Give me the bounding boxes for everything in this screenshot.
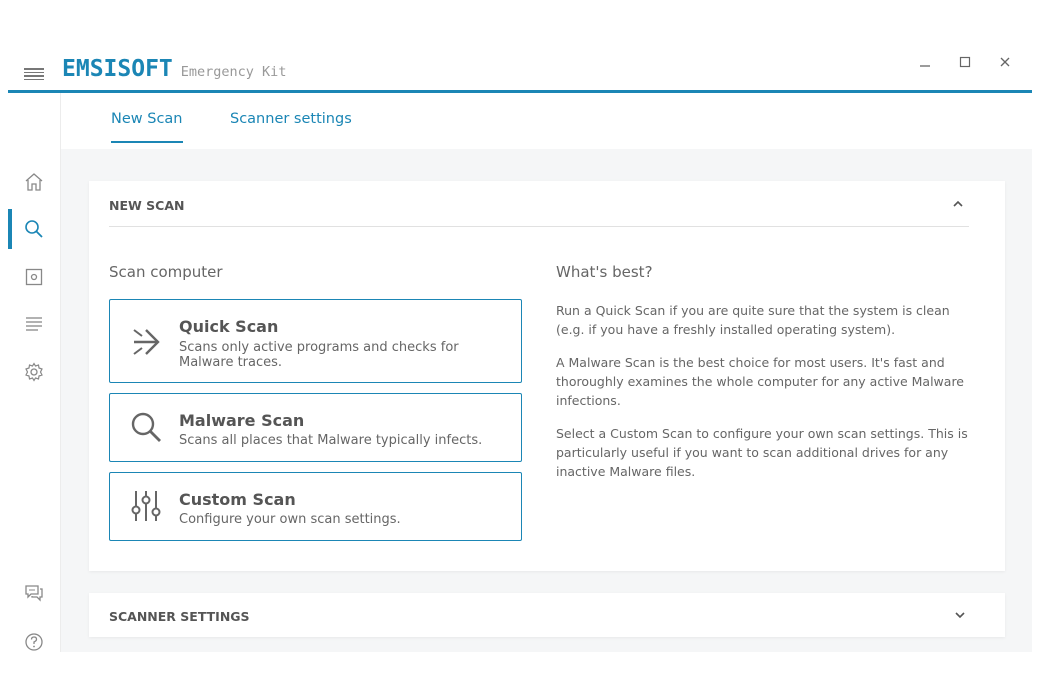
chat-icon	[25, 585, 43, 602]
scan-name: Quick Scan	[179, 317, 279, 336]
maximize-icon	[959, 56, 971, 68]
sidebar-item-logs[interactable]	[8, 304, 60, 344]
app-logo: EMSISOFT Emergency Kit	[62, 56, 286, 82]
app-window: EMSISOFT Emergency Kit New Scan Scanner …	[8, 40, 1032, 652]
new-scan-panel-header[interactable]: NEW SCAN	[109, 181, 969, 227]
magnifier-icon	[131, 412, 161, 442]
close-icon	[1000, 57, 1010, 67]
new-scan-panel: NEW SCAN Scan computer Quick Scan Scans …	[89, 181, 1005, 571]
maximize-button[interactable]	[948, 52, 982, 72]
chevron-down-icon[interactable]	[953, 608, 967, 622]
quick-scan-button[interactable]: Quick Scan Scans only active programs an…	[109, 299, 522, 383]
scan-name: Custom Scan	[179, 490, 296, 509]
chevron-up-icon[interactable]	[951, 197, 965, 211]
panel-title: SCANNER SETTINGS	[109, 609, 250, 624]
sidebar-item-settings[interactable]	[8, 352, 60, 392]
help-icon	[25, 633, 43, 651]
whats-best-paragraph: Run a Quick Scan if you are quite sure t…	[556, 303, 950, 337]
whats-best-paragraph: A Malware Scan is the best choice for mo…	[556, 355, 964, 408]
brand-name: EMSISOFT	[62, 56, 173, 82]
whats-best-paragraph: Select a Custom Scan to configure your o…	[556, 426, 968, 479]
panel-title: NEW SCAN	[109, 198, 185, 213]
minimize-icon	[920, 65, 930, 67]
close-button[interactable]	[988, 52, 1022, 72]
home-icon	[25, 173, 43, 191]
quarantine-icon	[25, 268, 43, 286]
malware-scan-button[interactable]: Malware Scan Scans all places that Malwa…	[109, 393, 522, 462]
custom-scan-button[interactable]: Custom Scan Configure your own scan sett…	[109, 472, 522, 541]
scan-description: Scans only active programs and checks fo…	[179, 340, 459, 370]
tab-scanner-settings[interactable]: Scanner settings	[230, 111, 352, 141]
sidebar	[8, 93, 61, 652]
title-bar: EMSISOFT Emergency Kit	[8, 40, 1032, 93]
brand-subtitle: Emergency Kit	[180, 64, 287, 80]
sliders-icon	[131, 491, 161, 521]
sidebar-item-help[interactable]	[8, 622, 60, 662]
sidebar-item-feedback[interactable]	[8, 573, 60, 613]
sidebar-item-scan[interactable]	[8, 209, 60, 249]
scan-description: Scans all places that Malware typically …	[179, 433, 483, 448]
main-content: New Scan Scanner settings NEW SCAN Scan …	[61, 93, 1032, 652]
gear-icon	[25, 362, 43, 382]
sidebar-item-home[interactable]	[8, 162, 60, 202]
scan-name: Malware Scan	[179, 411, 305, 430]
menu-icon[interactable]	[24, 68, 44, 80]
tab-bar: New Scan Scanner settings	[61, 93, 1032, 149]
quick-scan-arrows-icon	[133, 329, 160, 355]
scan-description: Configure your own scan settings.	[179, 512, 401, 527]
scan-computer-title: Scan computer	[109, 263, 223, 281]
tab-new-scan[interactable]: New Scan	[111, 111, 183, 143]
scanner-settings-panel-header[interactable]: SCANNER SETTINGS	[89, 593, 1005, 637]
sidebar-item-quarantine[interactable]	[8, 257, 60, 297]
logs-icon	[26, 317, 42, 331]
whats-best-title: What's best?	[556, 263, 653, 281]
minimize-button[interactable]	[908, 52, 942, 72]
search-icon	[25, 220, 43, 238]
window-controls	[908, 52, 1022, 72]
